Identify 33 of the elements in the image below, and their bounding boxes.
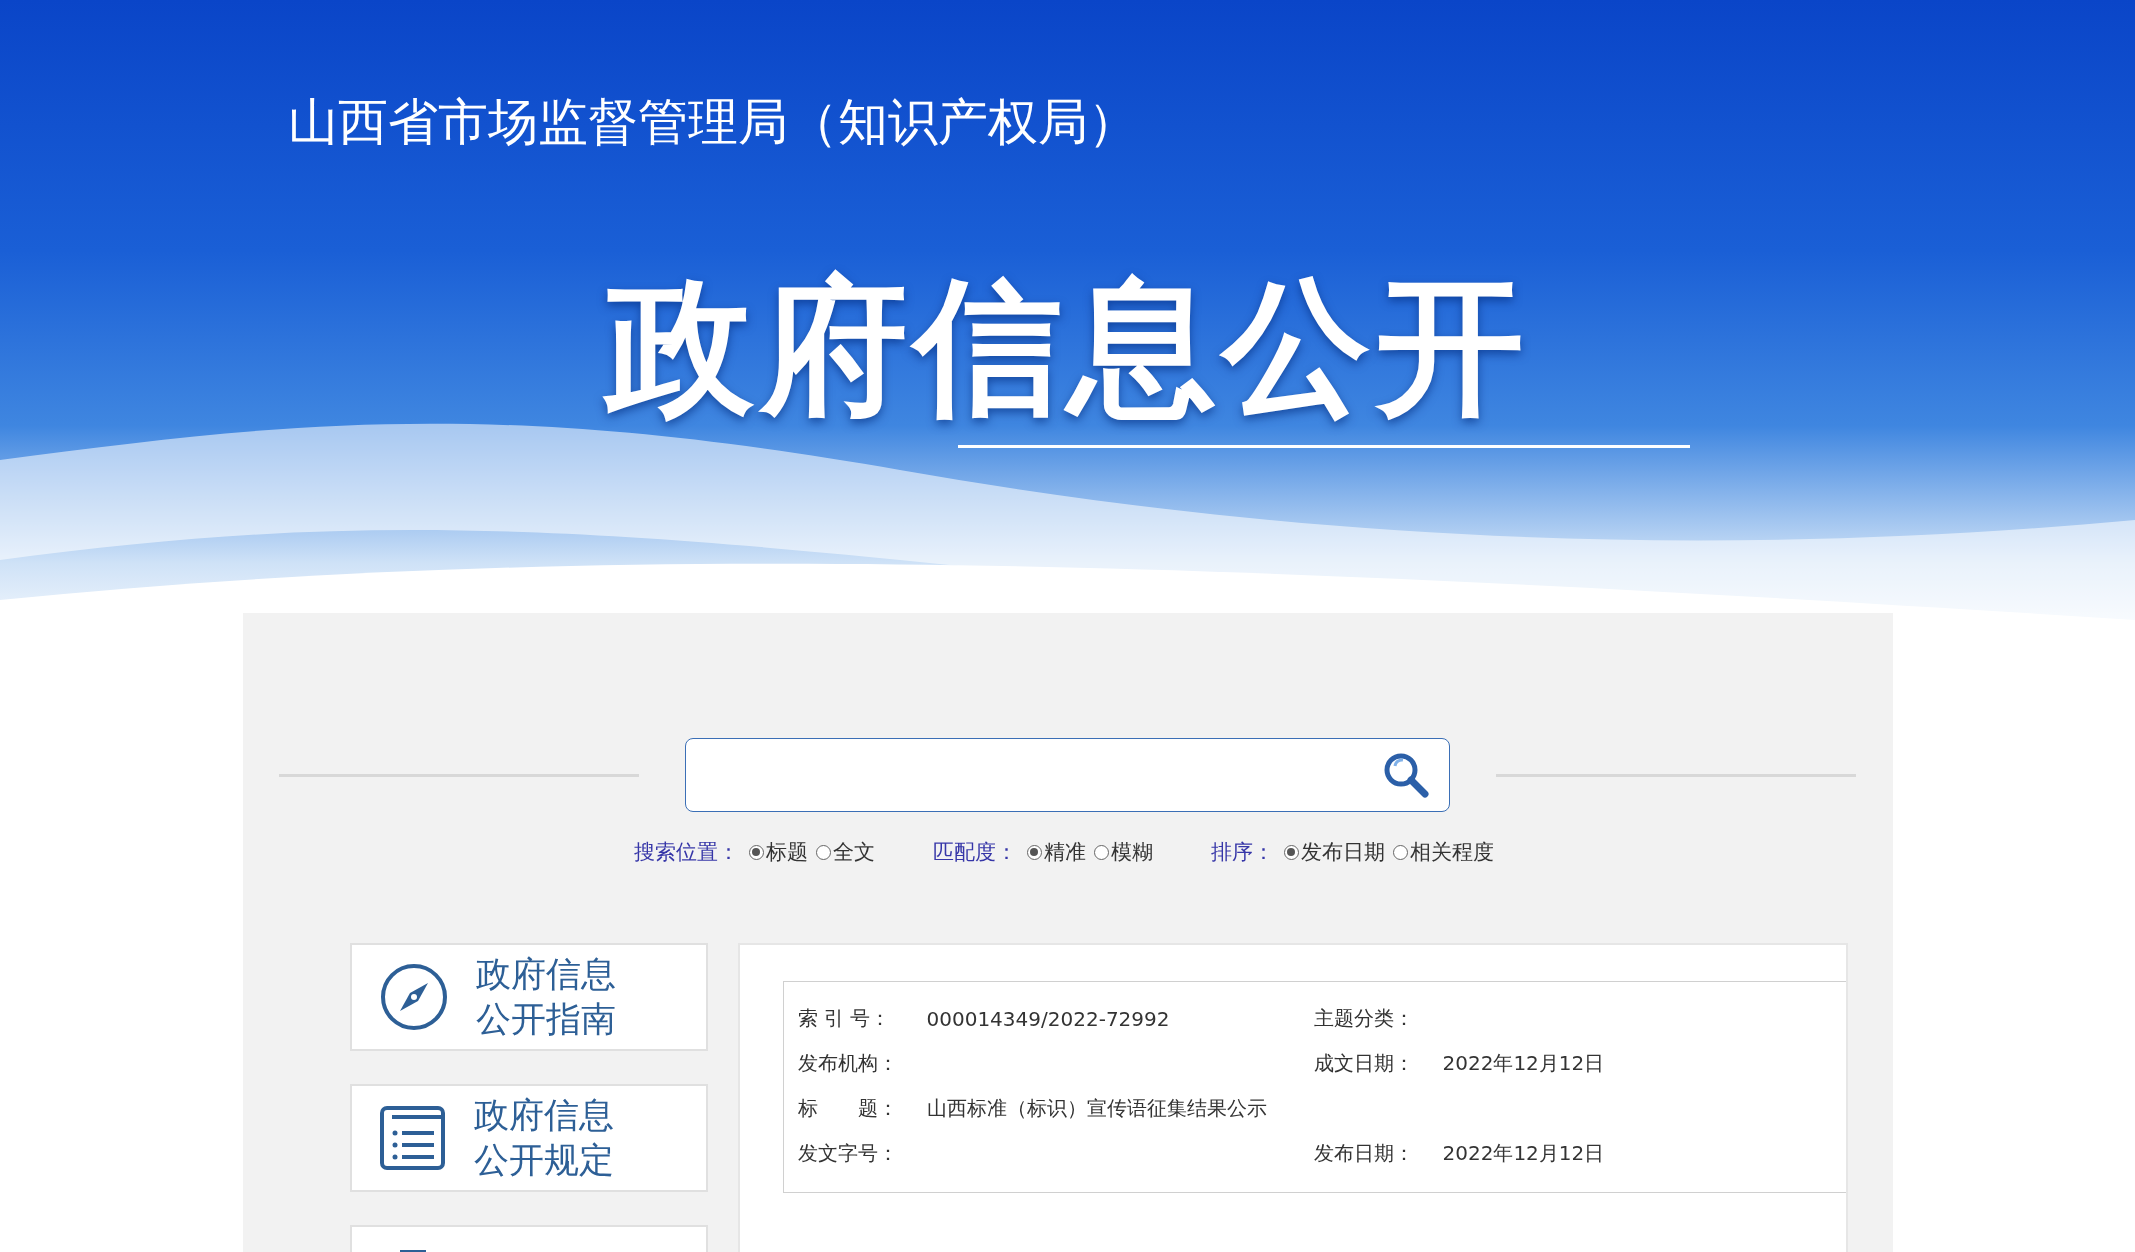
radio-label[interactable]: 模糊 [1110,838,1153,866]
radio-button[interactable] [748,844,764,860]
option-label: 匹配度： [932,839,1017,866]
compass-icon [379,963,448,1031]
nav-card[interactable]: 政府信息 公开规定 [349,1084,708,1192]
field-label: 发布日期： [1313,1140,1415,1167]
radio-button[interactable] [1283,844,1299,860]
field-value: 000014349/2022-72992 [926,1006,1170,1031]
radio-label[interactable]: 精准 [1043,838,1086,866]
radio-button[interactable] [1026,844,1042,860]
search-field[interactable] [685,738,1450,812]
radio-label[interactable]: 发布日期 [1300,838,1385,866]
radio-label[interactable]: 全文 [832,838,875,866]
field-label: 发文字号： [797,1140,899,1167]
field-label: 索 引 号： [797,1005,892,1032]
field-value: 山西标准（标识）宣传语征集结果公示 [926,1096,1267,1120]
option-label: 搜索位置： [633,839,739,866]
organization-name: 山西省市场监督管理局（知识产权局） [288,92,1138,152]
option-label: 排序： [1210,839,1274,866]
field-label: 主题分类： [1313,1005,1415,1032]
radio-label[interactable]: 标题 [765,838,808,866]
field-value: 2022年12月12日 [1442,1050,1605,1077]
radio-label[interactable]: 相关程度 [1409,838,1494,866]
field-label: 成文日期： [1313,1050,1415,1077]
radio-button[interactable] [1093,844,1109,860]
nav-card[interactable]: 政府信息 公开指南 [349,943,708,1051]
field-label: 发布机构： [797,1050,899,1077]
list-icon [379,1105,446,1171]
radio-button[interactable] [815,844,831,860]
field-label: 标 题： [797,1095,899,1122]
field-value: 2022年12月12日 [1442,1140,1605,1167]
search-icon[interactable] [1383,752,1429,798]
radio-button[interactable] [1392,844,1408,860]
